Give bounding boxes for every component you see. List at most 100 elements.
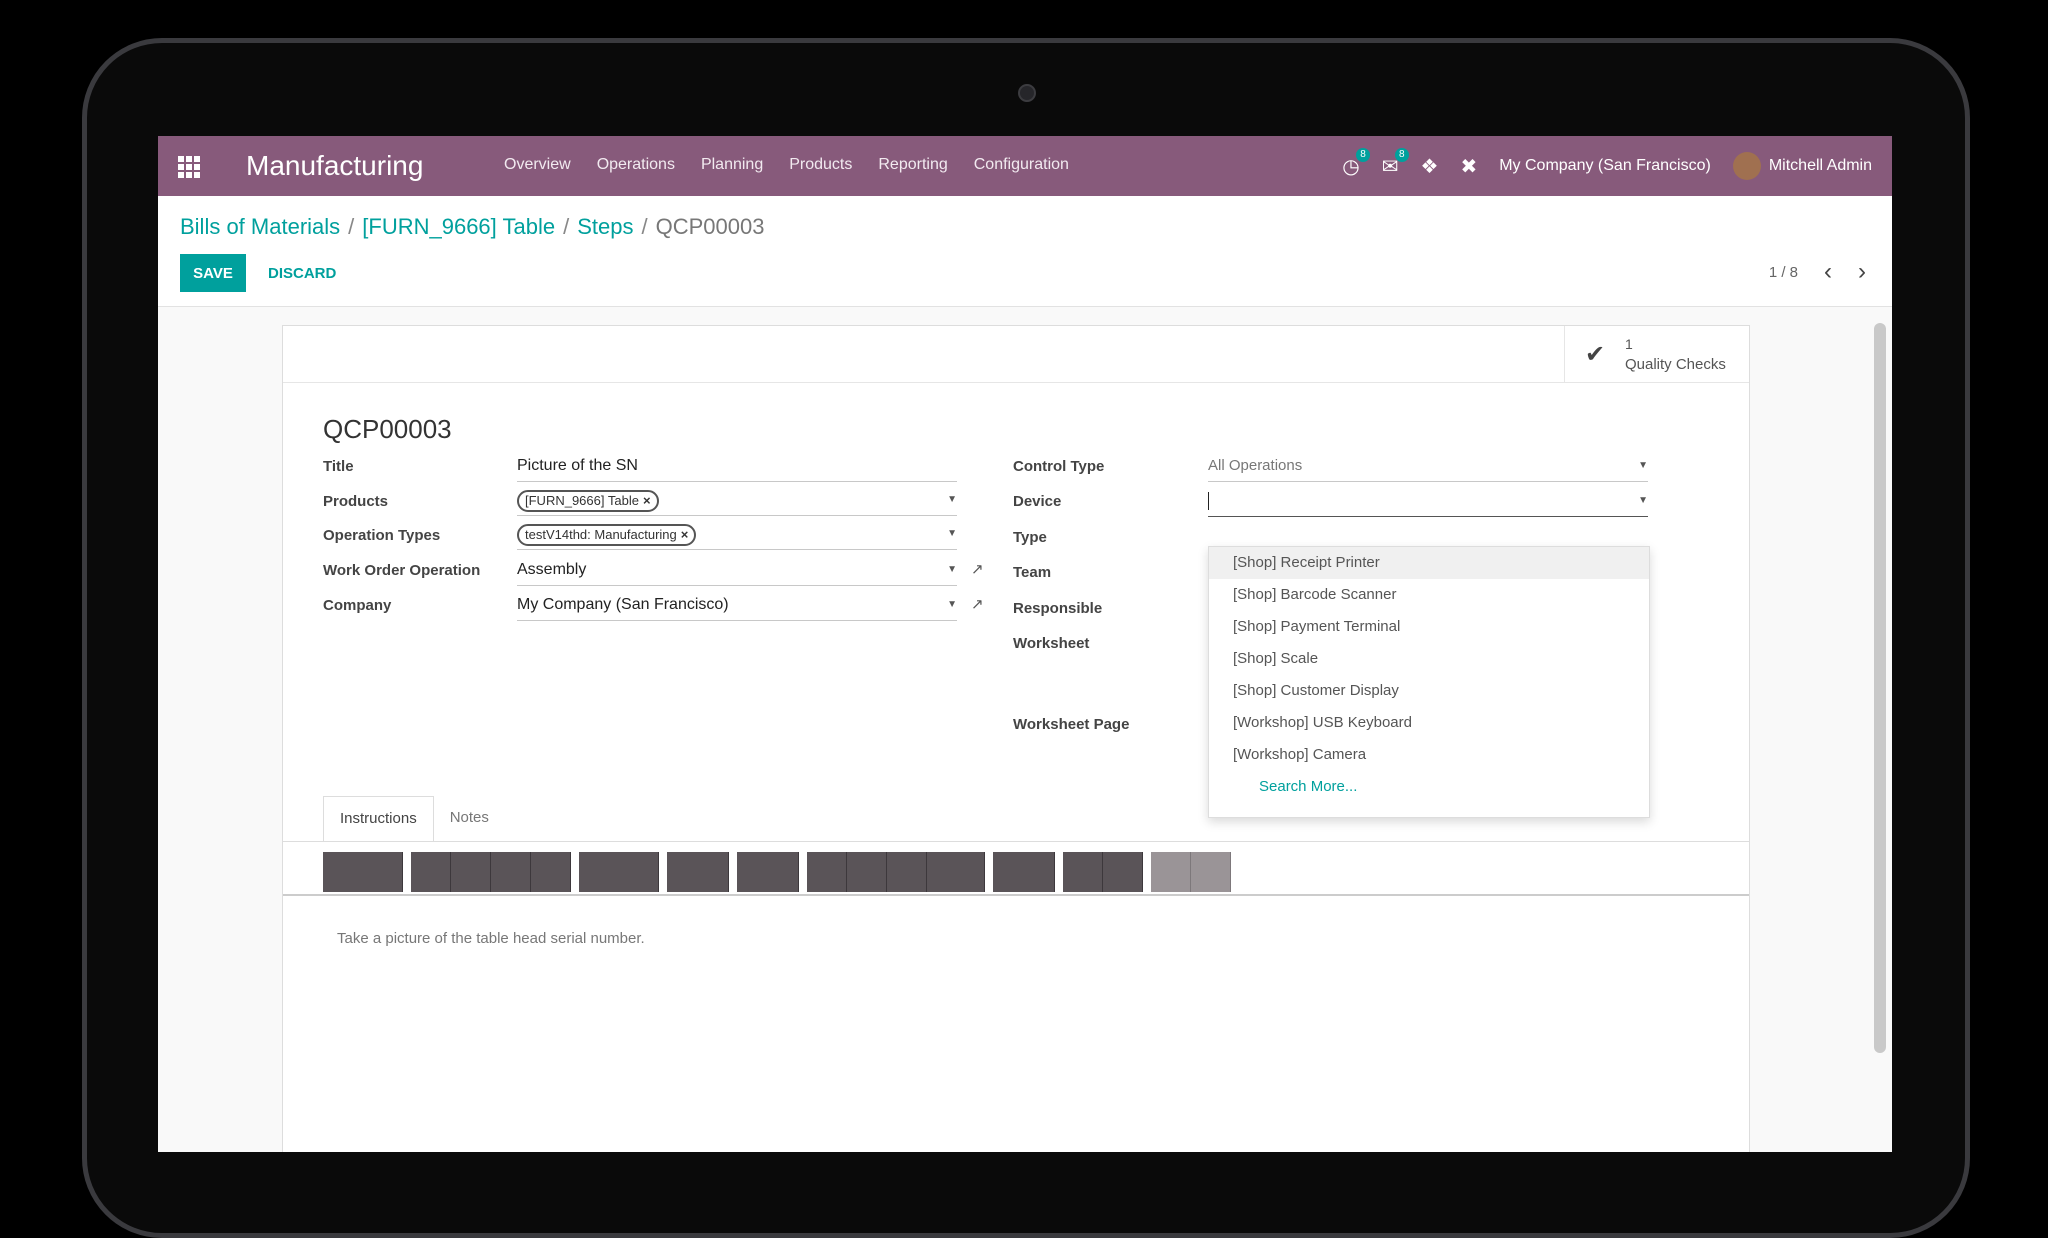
chevron-right-icon[interactable]: › bbox=[1858, 258, 1866, 286]
breadcrumb-bills-of-materials[interactable]: Bills of Materials bbox=[180, 214, 340, 239]
toolbar-link-button[interactable] bbox=[1063, 852, 1103, 892]
toolbar-undo-button[interactable] bbox=[1151, 852, 1191, 892]
remove-tag-icon[interactable]: × bbox=[681, 527, 689, 542]
tabs-divider bbox=[283, 841, 1749, 842]
chat-bubble-icon[interactable]: ✉ 8 bbox=[1382, 147, 1409, 179]
field-label-company: Company bbox=[323, 597, 392, 614]
field-label-control-type: Control Type bbox=[1013, 458, 1105, 475]
toolbar-eraser-button[interactable] bbox=[531, 852, 571, 892]
dropdown-caret-icon[interactable]: ▼ bbox=[1638, 487, 1648, 515]
dropdown-option[interactable]: [Workshop] USB Keyboard bbox=[1209, 707, 1649, 739]
toolbar-redo-button[interactable] bbox=[1191, 852, 1231, 892]
menu-products[interactable]: Products bbox=[789, 156, 852, 174]
work-order-operation-value: Assembly bbox=[517, 561, 587, 578]
dropdown-caret-icon[interactable]: ▼ bbox=[947, 486, 957, 514]
dropdown-option[interactable]: [Shop] Payment Terminal bbox=[1209, 611, 1649, 643]
dropdown-option[interactable]: [Shop] Barcode Scanner bbox=[1209, 579, 1649, 611]
toolbar-checklist-button[interactable] bbox=[847, 852, 887, 892]
menu-operations[interactable]: Operations bbox=[597, 156, 675, 174]
chevron-left-icon[interactable]: ‹ bbox=[1824, 258, 1832, 286]
operation-types-field[interactable]: testV14thd: Manufacturing × ▼ bbox=[517, 520, 957, 550]
dropdown-option[interactable]: [Workshop] Camera bbox=[1209, 739, 1649, 771]
operation-type-tag-label: testV14thd: Manufacturing bbox=[525, 527, 677, 542]
dropdown-caret-icon[interactable]: ▼ bbox=[947, 520, 957, 548]
quality-checks-count: 1 bbox=[1625, 336, 1633, 352]
toolbar-bold-button[interactable] bbox=[411, 852, 451, 892]
app-grid-icon[interactable] bbox=[178, 156, 200, 178]
field-label-worksheet-page: Worksheet Page bbox=[1013, 716, 1130, 733]
messages-badge: 8 bbox=[1394, 147, 1409, 162]
activity-clock-icon[interactable]: ◷ 8 bbox=[1342, 147, 1370, 179]
app-screen: Manufacturing Overview Operations Planni… bbox=[158, 136, 1892, 1152]
control-type-field[interactable]: All Operations ▼ bbox=[1208, 452, 1648, 482]
field-label-title: Title bbox=[323, 458, 354, 475]
toolbar-bullet-list-button[interactable] bbox=[737, 852, 799, 892]
breadcrumb-separator: / bbox=[641, 214, 648, 239]
main-menu: Overview Operations Planning Products Re… bbox=[504, 156, 1069, 174]
work-order-operation-field[interactable]: Assembly ▼ bbox=[517, 556, 957, 586]
user-menu[interactable]: Mitchell Admin bbox=[1732, 152, 1872, 180]
debug-tools-icon[interactable]: ✖ bbox=[1460, 154, 1477, 179]
pager-value[interactable]: 1 / 8 bbox=[1769, 264, 1798, 281]
operation-type-tag: testV14thd: Manufacturing × bbox=[517, 524, 697, 546]
field-label-responsible: Responsible bbox=[1013, 600, 1103, 617]
menu-reporting[interactable]: Reporting bbox=[878, 156, 947, 174]
field-label-device: Device bbox=[1013, 493, 1062, 510]
external-link-icon[interactable]: ↗ bbox=[971, 595, 984, 613]
discard-button[interactable]: DISCARD bbox=[262, 254, 342, 292]
tab-notes[interactable]: Notes bbox=[434, 796, 505, 840]
menu-planning[interactable]: Planning bbox=[701, 156, 763, 174]
app-title[interactable]: Manufacturing bbox=[246, 150, 423, 182]
toolbar-table-button[interactable] bbox=[993, 852, 1055, 892]
toolbar-ordered-list-button[interactable] bbox=[807, 852, 847, 892]
toolbar-font-color-button[interactable] bbox=[667, 852, 729, 892]
external-link-icon[interactable]: ↗ bbox=[971, 560, 984, 578]
menu-configuration[interactable]: Configuration bbox=[974, 156, 1069, 174]
products-field[interactable]: [FURN_9666] Table × ▼ bbox=[517, 486, 957, 516]
title-field[interactable]: Picture of the SN bbox=[517, 452, 957, 482]
activity-badge: 8 bbox=[1356, 147, 1370, 162]
dropdown-caret-icon[interactable]: ▼ bbox=[1638, 452, 1648, 480]
toolbar-height-button[interactable] bbox=[927, 852, 985, 892]
control-type-value: All Operations bbox=[1208, 457, 1303, 474]
instructions-text[interactable]: Take a picture of the table head serial … bbox=[337, 930, 645, 947]
tab-instructions[interactable]: Instructions bbox=[323, 796, 434, 842]
dropdown-caret-icon[interactable]: ▼ bbox=[947, 591, 957, 619]
search-more-link[interactable]: Search More... bbox=[1209, 771, 1649, 803]
breadcrumb-product[interactable]: [FURN_9666] Table bbox=[362, 214, 555, 239]
toolbar-italic-button[interactable] bbox=[451, 852, 491, 892]
breadcrumb: Bills of Materials / [FURN_9666] Table / Ste… bbox=[180, 214, 764, 240]
breadcrumb-steps[interactable]: Steps bbox=[577, 214, 633, 239]
toolbar-underline-button[interactable] bbox=[491, 852, 531, 892]
notebook-tabs: Instructions Notes bbox=[323, 796, 505, 842]
button-box: ✔ 1 Quality Checks bbox=[283, 326, 1749, 383]
dropdown-option[interactable]: [Shop] Customer Display bbox=[1209, 675, 1649, 707]
toolbar-image-button[interactable] bbox=[1103, 852, 1143, 892]
checkmark-icon: ✔ bbox=[1585, 341, 1606, 368]
menu-overview[interactable]: Overview bbox=[504, 156, 571, 174]
remove-tag-icon[interactable]: × bbox=[643, 493, 651, 508]
scrollbar[interactable] bbox=[1874, 323, 1886, 1053]
breadcrumb-separator: / bbox=[348, 214, 355, 239]
field-label-products: Products bbox=[323, 493, 389, 510]
gift-icon[interactable]: ❖ bbox=[1421, 154, 1439, 179]
company-switcher[interactable]: My Company (San Francisco) bbox=[1499, 157, 1711, 175]
field-label-operation-types: Operation Types bbox=[323, 527, 441, 544]
toolbar-divider bbox=[283, 894, 1749, 896]
device-input[interactable]: ▼ bbox=[1208, 487, 1648, 517]
dropdown-caret-icon[interactable]: ▼ bbox=[947, 556, 957, 584]
dropdown-option[interactable]: [Shop] Scale bbox=[1209, 643, 1649, 675]
product-tag-label: [FURN_9666] Table bbox=[525, 493, 639, 508]
save-button[interactable]: SAVE bbox=[180, 254, 246, 292]
field-label-team: Team bbox=[1013, 564, 1052, 581]
dropdown-option[interactable]: [Shop] Receipt Printer bbox=[1209, 547, 1649, 579]
quality-checks-button[interactable]: ✔ 1 Quality Checks bbox=[1564, 326, 1749, 382]
toolbar-paragraph-button[interactable] bbox=[887, 852, 927, 892]
breadcrumb-separator: / bbox=[563, 214, 570, 239]
camera-icon bbox=[1018, 84, 1036, 102]
toolbar-style-button[interactable] bbox=[323, 852, 403, 892]
company-field[interactable]: My Company (San Francisco) ▼ bbox=[517, 591, 957, 621]
toolbar-font-size-button[interactable] bbox=[579, 852, 659, 892]
text-cursor bbox=[1208, 491, 1209, 510]
device-dropdown: [Shop] Receipt Printer [Shop] Barcode Sc… bbox=[1208, 546, 1650, 818]
